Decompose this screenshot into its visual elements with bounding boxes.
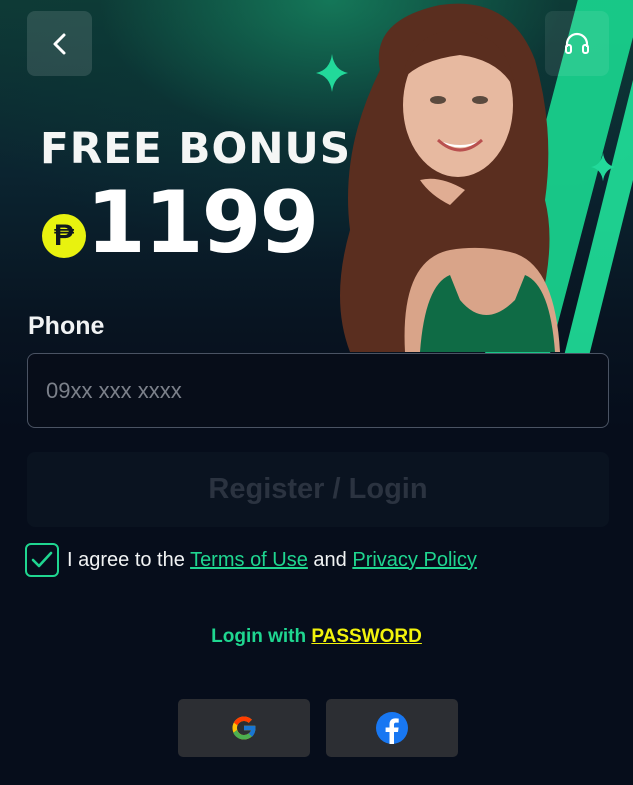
agreement-text: I agree to the Terms of Use and Privacy … xyxy=(67,549,477,572)
peso-coin-icon: ₱ xyxy=(42,214,86,258)
terms-agreement: I agree to the Terms of Use and Privacy … xyxy=(25,543,477,577)
chevron-left-icon xyxy=(53,33,65,54)
login-with-text: Login with xyxy=(211,626,312,647)
password-login-prompt: Login with PASSWORD xyxy=(0,626,633,648)
phone-input[interactable] xyxy=(27,353,609,428)
agree-prefix: I agree to the xyxy=(67,548,191,571)
terms-of-use-link[interactable]: Terms of Use xyxy=(190,549,308,571)
bonus-amount: 1199 xyxy=(86,173,319,273)
checkmark-icon xyxy=(31,551,53,568)
password-login-link[interactable]: PASSWORD xyxy=(311,626,421,647)
google-login-button[interactable] xyxy=(178,699,310,757)
register-login-button[interactable]: Register / Login xyxy=(27,452,609,527)
back-button[interactable] xyxy=(27,11,92,76)
phone-label: Phone xyxy=(28,312,105,340)
headset-icon xyxy=(565,32,589,54)
google-icon xyxy=(232,716,257,740)
facebook-login-button[interactable] xyxy=(326,699,458,757)
agree-conjunction: and xyxy=(307,548,353,571)
bonus-title: FREE BONUS xyxy=(40,124,352,174)
privacy-policy-link[interactable]: Privacy Policy xyxy=(352,549,476,571)
support-button[interactable] xyxy=(545,11,609,76)
facebook-icon xyxy=(376,712,408,744)
promo-banner: FREE BONUS ₱ 1199 Phone xyxy=(0,0,633,430)
agree-checkbox[interactable] xyxy=(25,543,59,577)
